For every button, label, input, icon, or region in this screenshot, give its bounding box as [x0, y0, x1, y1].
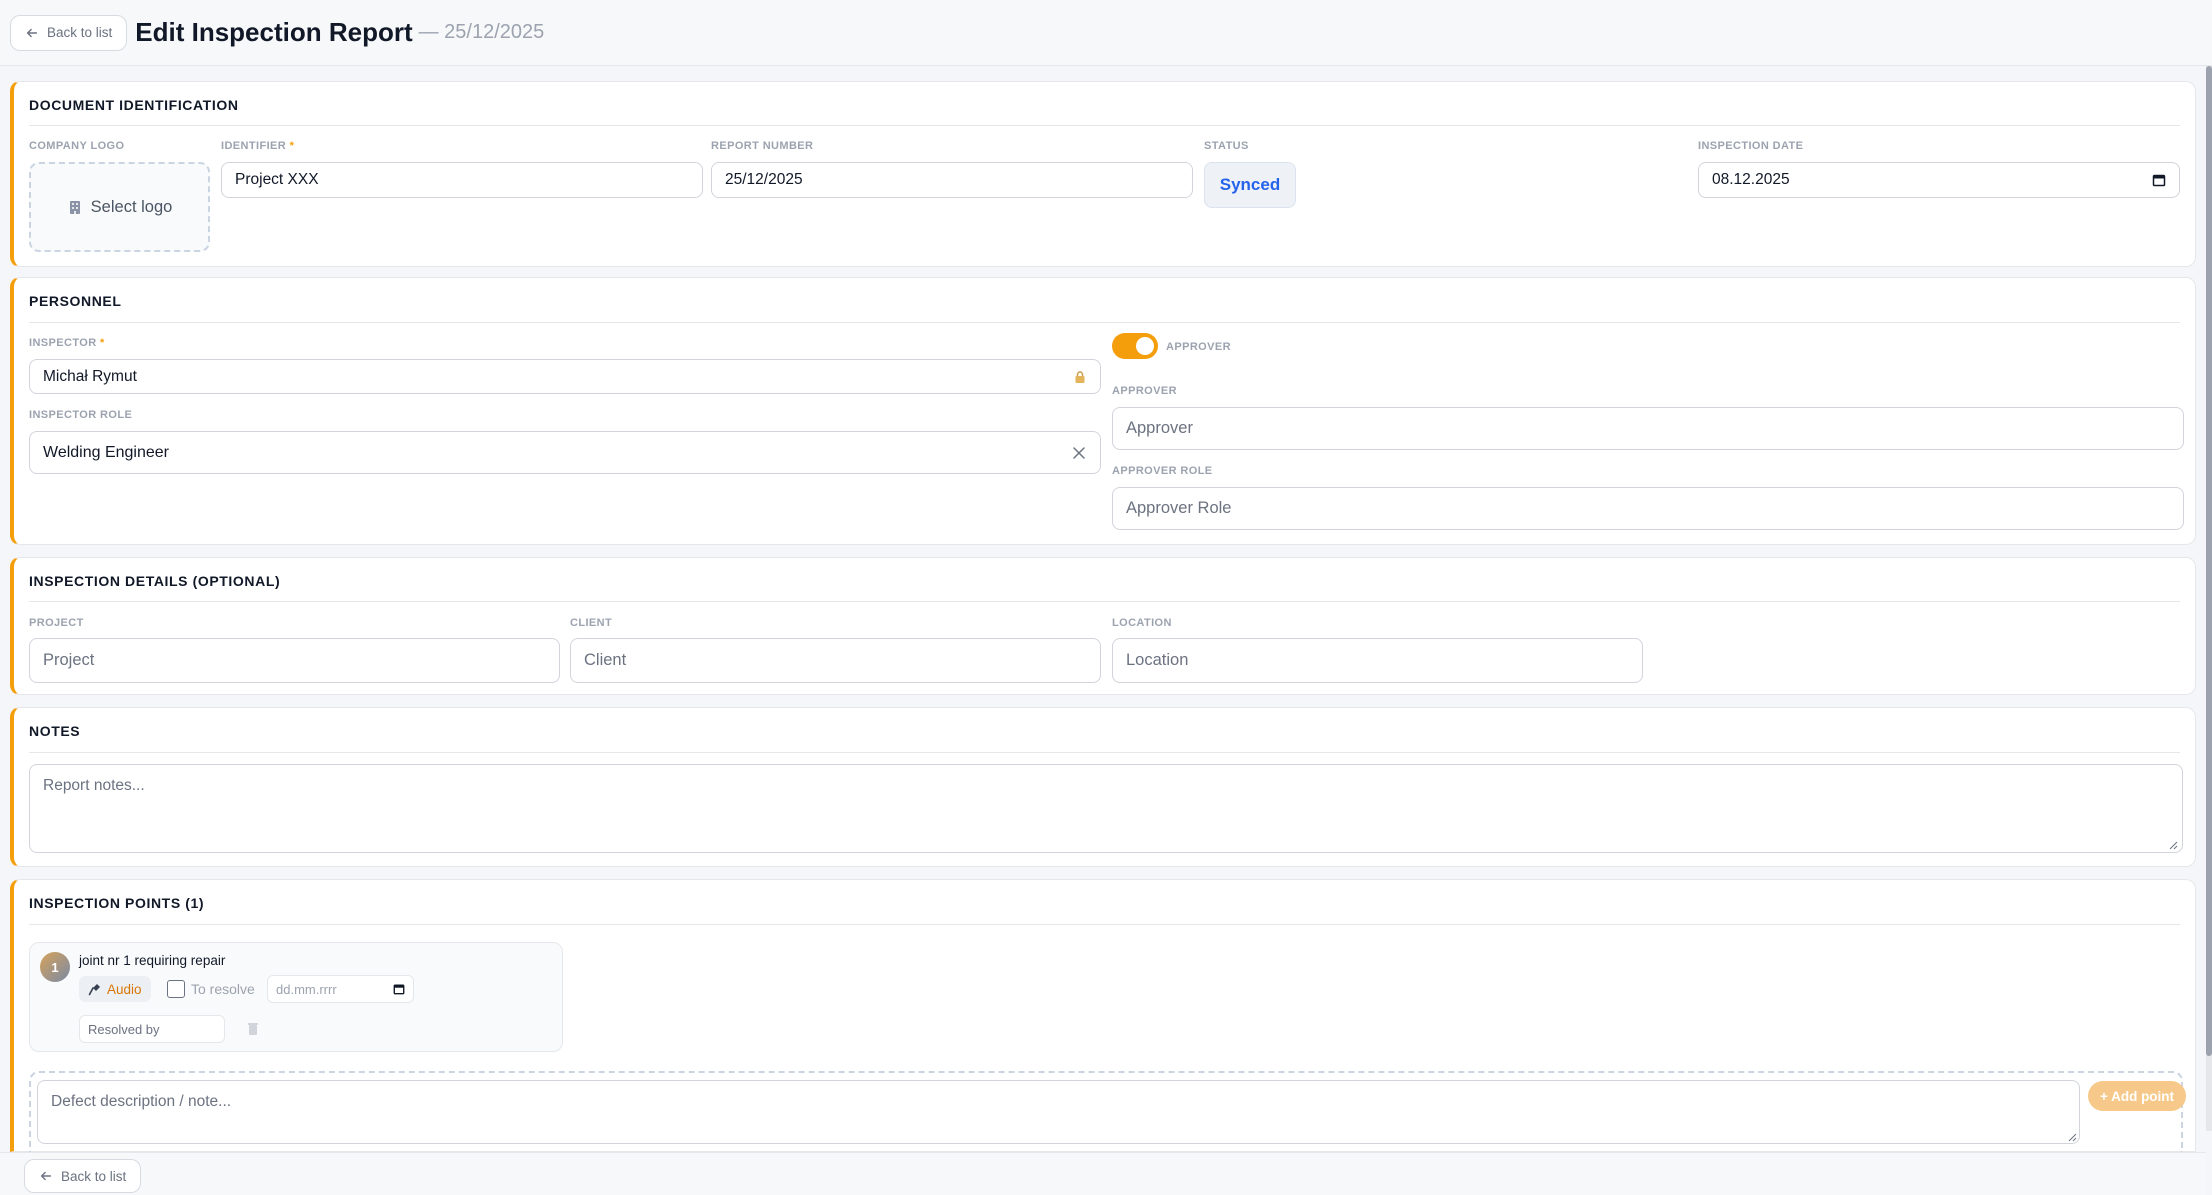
calendar-icon[interactable]: [2152, 173, 2166, 187]
resolved-by-input[interactable]: Resolved by: [79, 1015, 225, 1043]
divider: [29, 601, 2180, 602]
point-number-badge: 1: [40, 952, 70, 982]
status-label: STATUS: [1204, 140, 1249, 152]
approver-toggle-label: APPROVER: [1166, 341, 1231, 353]
divider: [29, 924, 2180, 925]
inspection-date-label: INSPECTION DATE: [1698, 140, 1804, 152]
back-to-list-label: Back to list: [47, 25, 113, 40]
section-personnel: PERSONNEL INSPECTOR * Michał Rymut INSPE…: [10, 277, 2196, 545]
inspection-date-value: 08.12.2025: [1712, 171, 1790, 188]
section-inspection-points: INSPECTION POINTS (1) 1 joint nr 1 requi…: [10, 879, 2196, 1153]
status-badge: Synced: [1204, 162, 1296, 208]
approver-role-label: APPROVER ROLE: [1112, 465, 1213, 477]
client-label: CLIENT: [570, 617, 613, 629]
section-document-identification: DOCUMENT IDENTIFICATION COMPANY LOGO Sel…: [10, 81, 2196, 267]
building-icon: [69, 201, 80, 214]
required-asterisk: *: [289, 140, 295, 152]
report-number-label: REPORT NUMBER: [711, 140, 814, 152]
divider: [29, 125, 2180, 126]
arrow-left-icon: [40, 1171, 52, 1181]
inspector-value: Michał Rymut: [43, 367, 137, 385]
resolve-date-input[interactable]: dd.mm.rrrr: [267, 975, 414, 1003]
audio-button[interactable]: Audio: [79, 976, 151, 1002]
divider: [29, 322, 2180, 323]
report-number-input[interactable]: 25/12/2025: [711, 162, 1193, 198]
trash-icon[interactable]: [247, 1022, 259, 1036]
identifier-label: IDENTIFIER *: [221, 140, 295, 152]
point-description: joint nr 1 requiring repair: [79, 953, 226, 968]
to-resolve-label: To resolve: [191, 981, 255, 997]
project-label: PROJECT: [29, 617, 84, 629]
section-title: INSPECTION DETAILS (OPTIONAL): [29, 573, 281, 589]
microphone-icon: [88, 984, 100, 996]
defect-description-textarea[interactable]: Defect description / note...: [37, 1080, 2080, 1144]
inspector-role-input[interactable]: Welding Engineer: [29, 431, 1101, 474]
inspector-label: INSPECTOR *: [29, 337, 105, 349]
resize-grip-icon[interactable]: [2168, 840, 2178, 850]
divider: [29, 752, 2180, 753]
identifier-input[interactable]: Project XXX: [221, 162, 703, 198]
bottom-bar: Back to list: [0, 1152, 2206, 1195]
resize-grip-icon[interactable]: [2067, 1132, 2077, 1142]
report-notes-textarea[interactable]: Report notes...: [29, 764, 2183, 853]
section-title: DOCUMENT IDENTIFICATION: [29, 97, 239, 113]
approver-toggle[interactable]: [1112, 333, 1158, 359]
clear-icon[interactable]: [1071, 445, 1087, 461]
section-notes: NOTES Report notes...: [10, 707, 2196, 867]
section-inspection-details: INSPECTION DETAILS (OPTIONAL) PROJECT Pr…: [10, 557, 2196, 695]
inspector-role-label: INSPECTOR ROLE: [29, 409, 133, 421]
client-input[interactable]: Client: [570, 638, 1101, 683]
select-logo-label: Select logo: [90, 197, 173, 216]
section-title: NOTES: [29, 723, 81, 739]
back-to-list-button-footer[interactable]: Back to list: [24, 1159, 142, 1193]
to-resolve-checkbox[interactable]: [167, 980, 185, 998]
required-asterisk: *: [100, 337, 105, 349]
inspection-point-card[interactable]: 1 joint nr 1 requiring repair Audio To r…: [29, 942, 563, 1052]
inspector-role-value: Welding Engineer: [43, 443, 170, 461]
arrow-left-icon: [26, 28, 38, 37]
page-title: Edit Inspection Report: [135, 17, 413, 47]
inspector-input: Michał Rymut: [29, 359, 1101, 394]
approver-label: APPROVER: [1112, 385, 1177, 397]
page-title-date: — 25/12/2025: [418, 21, 545, 43]
location-label: LOCATION: [1112, 617, 1172, 629]
audio-label: Audio: [107, 981, 142, 997]
approver-role-input[interactable]: Approver Role: [1112, 487, 2184, 530]
location-input[interactable]: Location: [1112, 638, 1643, 683]
approver-input[interactable]: Approver: [1112, 407, 2184, 450]
select-logo-button[interactable]: Select logo: [29, 162, 210, 252]
scrollbar-thumb[interactable]: [2206, 66, 2212, 1056]
section-title: INSPECTION POINTS (1): [29, 895, 205, 911]
back-to-list-button[interactable]: Back to list: [10, 14, 128, 51]
resolve-date-placeholder: dd.mm.rrrr: [276, 981, 337, 997]
lock-icon: [1075, 370, 1085, 383]
add-point-button[interactable]: + Add point: [2088, 1081, 2186, 1111]
section-title: PERSONNEL: [29, 293, 122, 309]
calendar-icon[interactable]: [393, 983, 405, 995]
project-input[interactable]: Project: [29, 638, 560, 683]
back-to-list-label: Back to list: [61, 1168, 127, 1184]
company-logo-label: COMPANY LOGO: [29, 140, 125, 152]
inspection-date-input[interactable]: 08.12.2025: [1698, 162, 2180, 198]
top-bar: Back to list Edit Inspection Report — 25…: [0, 0, 2212, 66]
